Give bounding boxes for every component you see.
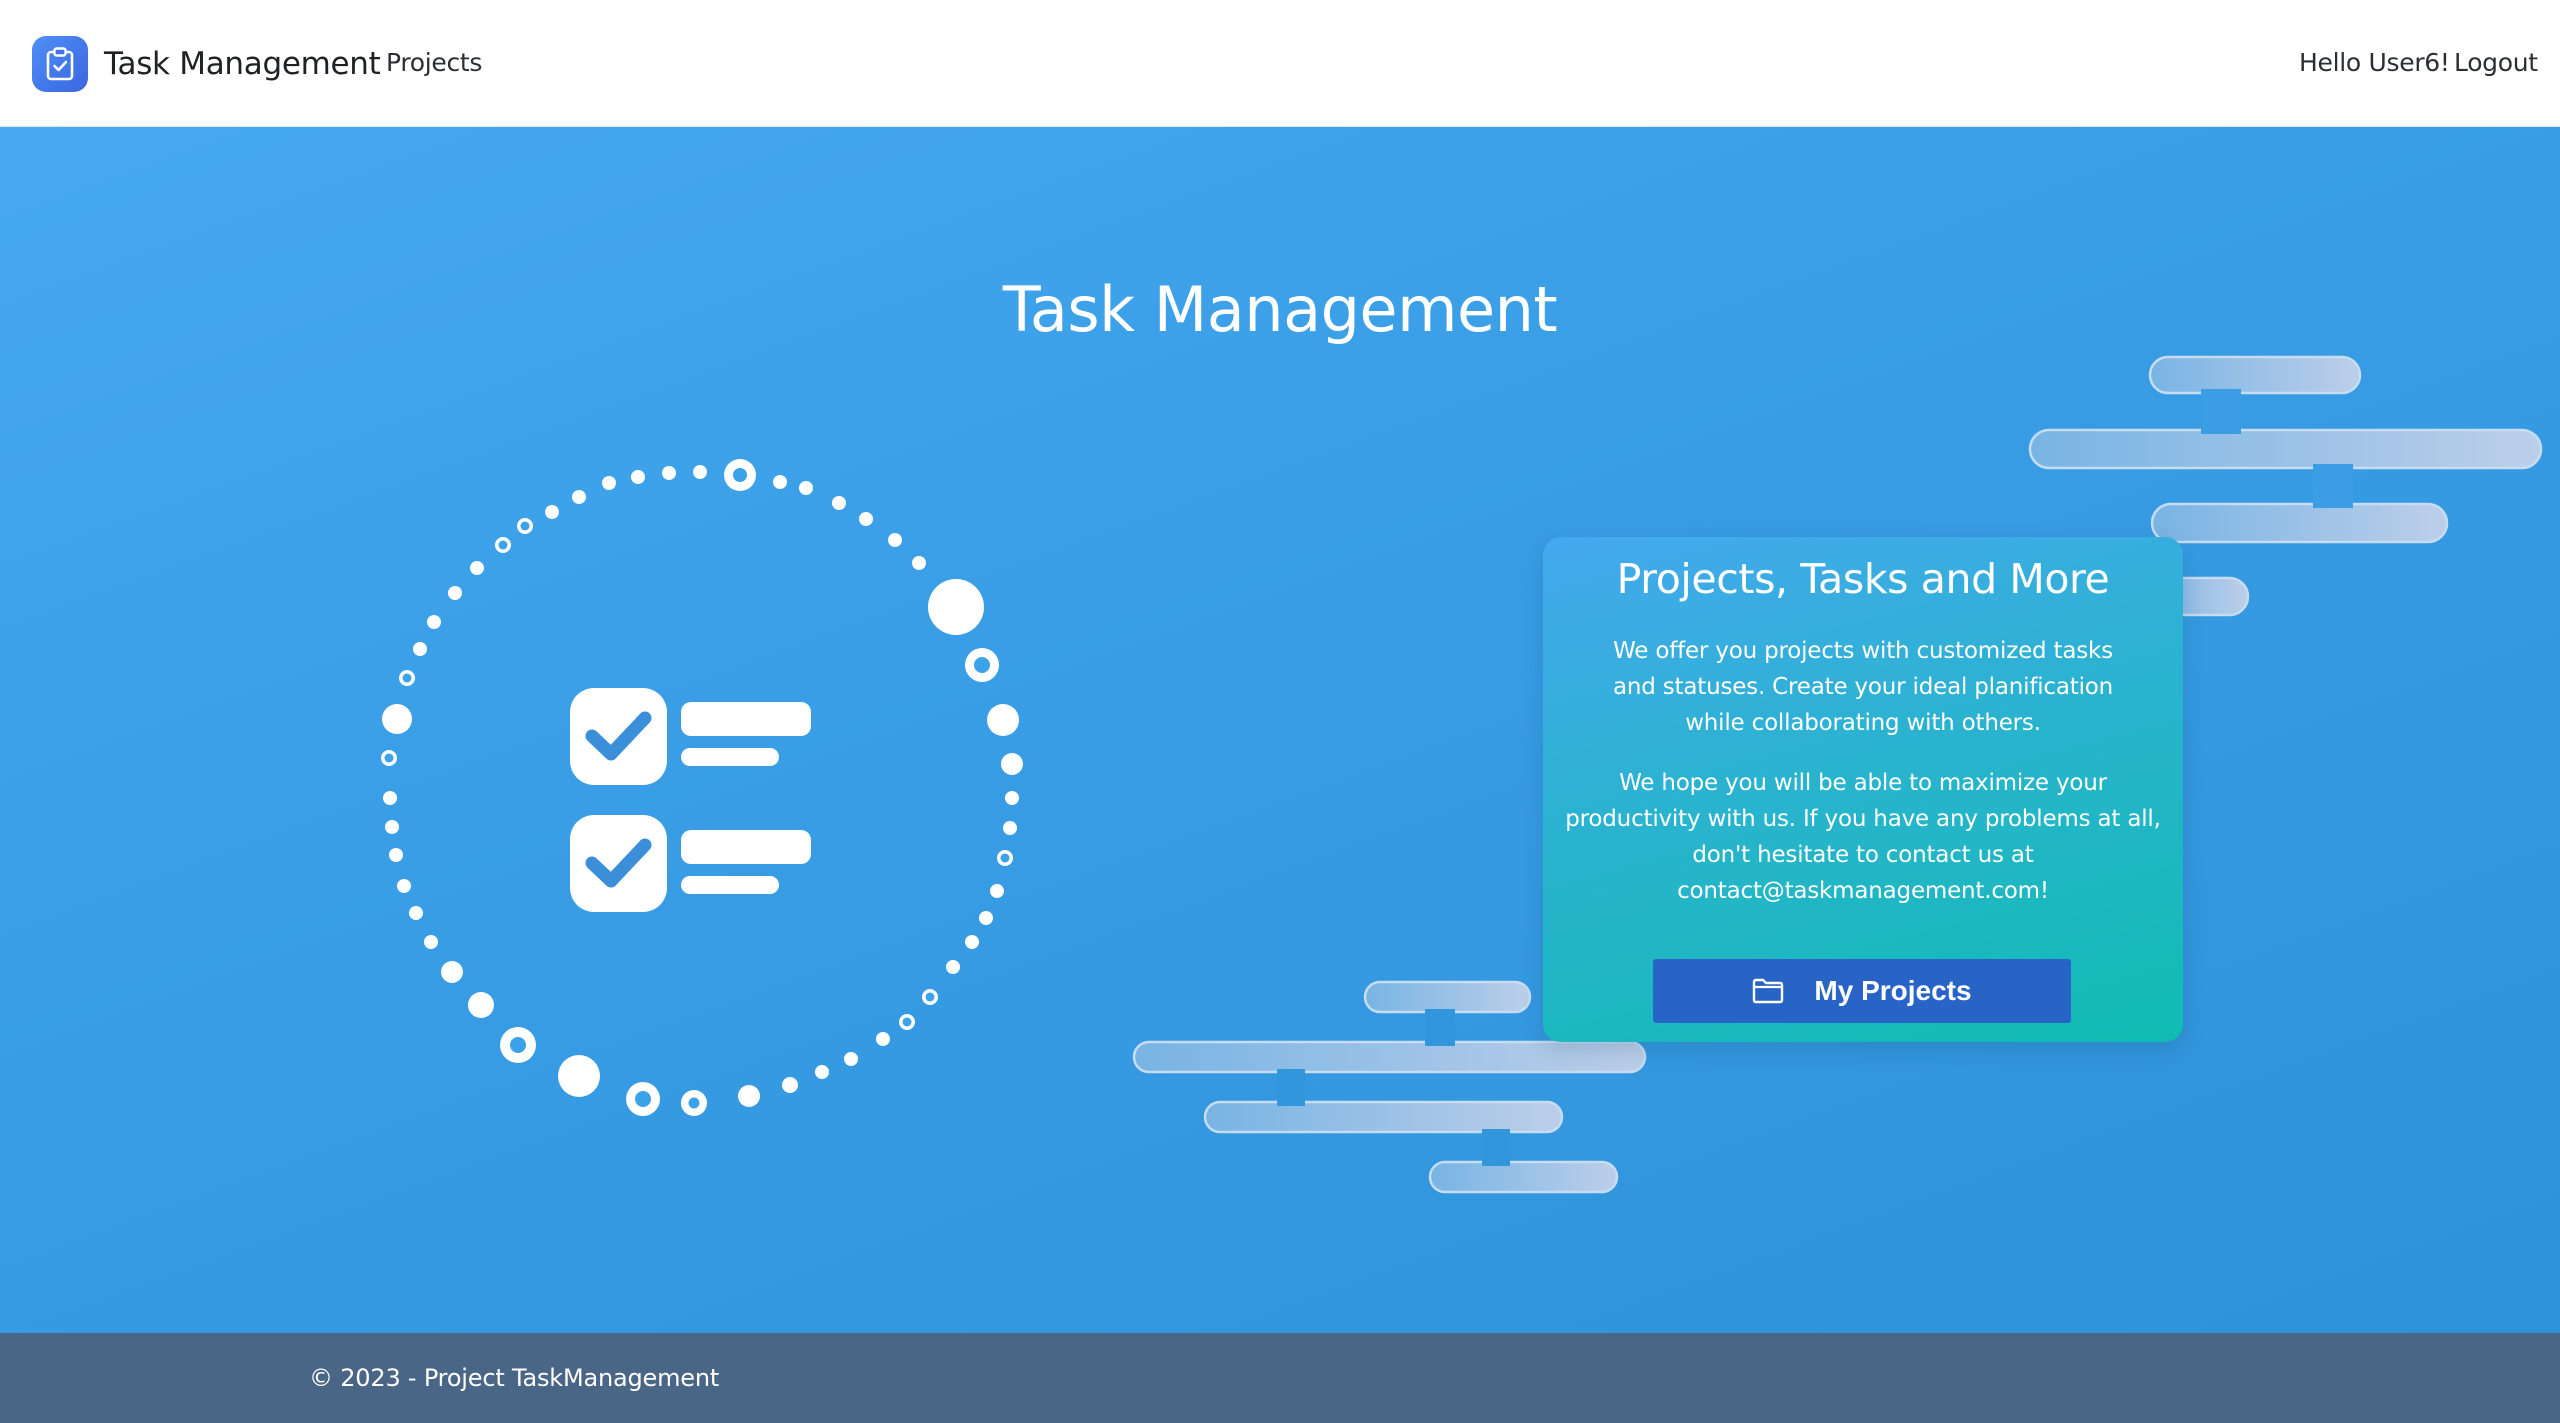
user-greeting: Hello User6!: [2299, 48, 2450, 77]
footer: © 2023 - Project TaskManagement: [0, 1333, 2560, 1423]
hero-title: Task Management: [1002, 273, 1558, 346]
brand-name: Task Management: [104, 46, 381, 82]
info-card: Projects, Tasks and More We offer you pr…: [1543, 537, 2183, 1042]
card-paragraph-2: We hope you will be able to maximize you…: [1565, 770, 2161, 904]
card-title: Projects, Tasks and More: [1616, 555, 2110, 603]
brand[interactable]: Task Management: [32, 36, 381, 92]
checklist-icon: [570, 688, 811, 912]
dotted-ring: [381, 459, 1023, 1116]
footer-copyright: © 2023 - Project TaskManagement: [309, 1364, 720, 1392]
clipboard-check-icon: [32, 36, 88, 92]
card-paragraph-1: We offer you projects with customized ta…: [1612, 638, 2114, 736]
hero-section: Task Management Projects, Tasks and More…: [0, 127, 2560, 1333]
navbar: Task Management Projects Hello User6! Lo…: [0, 0, 2560, 127]
my-projects-button[interactable]: My Projects: [1653, 959, 2071, 1023]
nav-link-projects[interactable]: Projects: [386, 48, 482, 77]
folder-icon: [1753, 978, 1784, 1004]
logout-link[interactable]: Logout: [2454, 48, 2538, 77]
my-projects-label: My Projects: [1814, 975, 1972, 1006]
